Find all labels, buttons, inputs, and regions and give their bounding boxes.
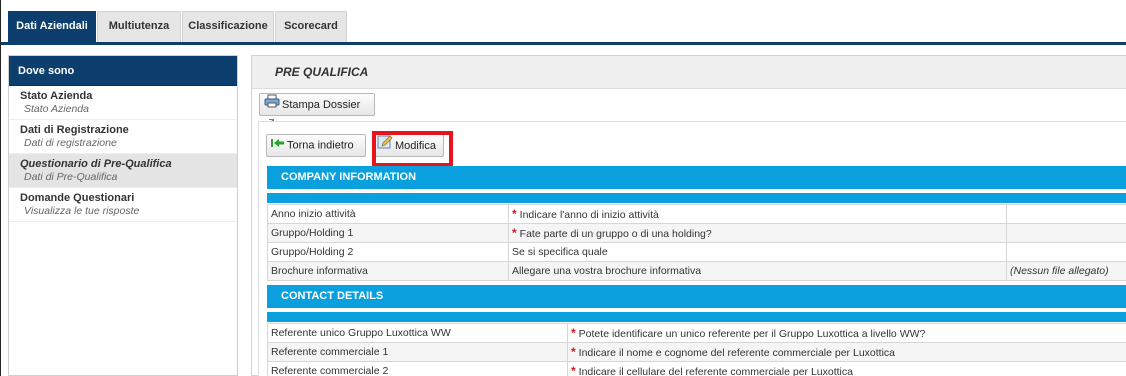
- row-question: * Indicare il nome e cognome del referent…: [567, 342, 1126, 362]
- table-row: Gruppo/Holding 2 Se si specifica quale: [267, 242, 1126, 262]
- top-tab-bar: Dati Aziendali Multiutenza Classificazio…: [1, 0, 1126, 45]
- sidebar-item-title: Dati di Registrazione: [20, 124, 129, 136]
- required-star-icon: *: [571, 364, 576, 376]
- print-dossier-button[interactable]: Stampa Dossier: [259, 93, 375, 129]
- sidebar-item-subtitle: Dati di Pre-Qualifica: [24, 171, 118, 183]
- questionnaire-panel: Torna indietro Modifica COMPANY INFORMAT…: [258, 121, 1126, 376]
- row-label: Referente commerciale 2: [267, 361, 568, 376]
- row-label: Referente unico Gruppo Luxottica WW: [267, 323, 568, 343]
- table-row: Referente commerciale 2 * Indicare il cel…: [267, 361, 1126, 376]
- table-row: Referente commerciale 1 * Indicare il nom…: [267, 342, 1126, 362]
- contact-details-header: CONTACT DETAILS: [267, 285, 1126, 308]
- back-arrow-icon: [271, 135, 285, 156]
- table-row: Referente unico Gruppo Luxottica WW * Pot…: [267, 323, 1126, 343]
- table-row: Brochure informativa Allegare una vostra…: [267, 261, 1126, 281]
- section-divider: [267, 193, 1126, 203]
- sidebar-item-dati-registrazione[interactable]: Dati di Registrazione Dati di registrazi…: [9, 120, 237, 154]
- company-information-table: Anno inizio attività * Indicare l'anno di…: [267, 204, 1126, 281]
- highlight-box: [372, 131, 453, 167]
- row-question: * Potete identificare un unico referente …: [567, 323, 1126, 343]
- sidebar-item-title: Domande Questionari: [20, 192, 135, 204]
- row-value[interactable]: [1006, 204, 1126, 224]
- tab-classificazione[interactable]: Classificazione: [182, 11, 274, 42]
- required-star-icon: *: [512, 226, 517, 240]
- main-panel: PRE QUALIFICA Stampa Dossier Torna indie…: [251, 55, 1126, 376]
- sidebar-item-title: Questionario di Pre-Qualifica: [20, 158, 172, 170]
- row-label: Gruppo/Holding 2: [267, 242, 509, 262]
- sidebar-item-subtitle: Stato Azienda: [24, 103, 89, 115]
- row-question: * Indicare il cellulare del referente com…: [567, 361, 1126, 376]
- row-question: Se si specifica quale: [508, 242, 1007, 262]
- row-value[interactable]: (Nessun file allegato): [1006, 261, 1126, 281]
- tab-dati-aziendali[interactable]: Dati Aziendali: [8, 11, 96, 42]
- row-value[interactable]: [1006, 223, 1126, 243]
- table-row: Anno inizio attività * Indicare l'anno di…: [267, 204, 1126, 224]
- printer-icon: [264, 94, 280, 116]
- row-label: Brochure informativa: [267, 261, 509, 281]
- sidebar-item-subtitle: Dati di registrazione: [24, 137, 117, 149]
- row-question: Allegare una vostra brochure informativa: [508, 261, 1007, 281]
- sidebar-item-domande-questionari[interactable]: Domande Questionari Visualizza le tue ri…: [9, 188, 237, 222]
- tab-multiutenza[interactable]: Multiutenza: [97, 11, 181, 42]
- row-value[interactable]: [1006, 242, 1126, 262]
- sidebar-item-questionario[interactable]: Questionario di Pre-Qualifica Dati di Pr…: [9, 154, 237, 188]
- sidebar-item-title: Stato Azienda: [20, 90, 93, 102]
- required-star-icon: *: [512, 207, 517, 221]
- print-dossier-label: Stampa Dossier: [282, 98, 361, 111]
- sidebar: Dove sono Stato Azienda Stato Azienda Da…: [8, 55, 238, 376]
- section-divider: [267, 312, 1126, 322]
- sidebar-item-subtitle: Visualizza le tue risposte: [24, 205, 140, 217]
- row-label: Gruppo/Holding 1: [267, 223, 509, 243]
- table-row: Gruppo/Holding 1 * Fate parte di un grupp…: [267, 223, 1126, 243]
- contact-details-table: Referente unico Gruppo Luxottica WW * Pot…: [267, 323, 1126, 376]
- tab-scorecard[interactable]: Scorecard: [275, 11, 347, 42]
- sidebar-item-stato-azienda[interactable]: Stato Azienda Stato Azienda: [9, 86, 237, 120]
- back-button[interactable]: Torna indietro: [266, 134, 366, 157]
- page-title: PRE QUALIFICA: [275, 65, 369, 79]
- sidebar-title: Dove sono: [9, 56, 237, 86]
- company-information-header: COMPANY INFORMATION: [267, 166, 1126, 189]
- row-question: * Fate parte di un gruppo o di una holdin…: [508, 223, 1007, 243]
- row-label: Anno inizio attività: [267, 204, 509, 224]
- required-star-icon: *: [571, 326, 576, 340]
- row-question: * Indicare l'anno di inizio attività: [508, 204, 1007, 224]
- row-label: Referente commerciale 1: [267, 342, 568, 362]
- required-star-icon: *: [571, 345, 576, 359]
- main-header: PRE QUALIFICA: [252, 56, 1126, 89]
- back-button-label: Torna indietro: [287, 139, 354, 152]
